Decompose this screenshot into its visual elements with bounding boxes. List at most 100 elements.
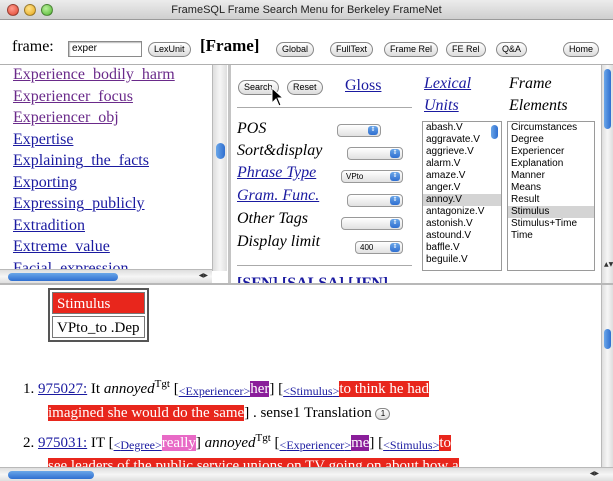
pos-select[interactable]: ⇕ [337,124,381,137]
corpus-links[interactable]: [SFN] [SALSA] [JFN] [237,275,388,283]
hscroll-arrows-icon[interactable]: ◀▶ [199,272,208,279]
lexical-unit-item[interactable]: antagonize.V [423,206,501,218]
frame-element-item[interactable]: Manner [508,170,594,182]
fe-experiencer-link[interactable]: <Experiencer> [179,384,251,398]
fe-stimulus-link[interactable]: <Stimulus> [283,384,339,398]
horizontal-splitter[interactable] [0,283,613,285]
fe-degree-label: Degree [120,438,155,452]
zoom-window-icon[interactable] [41,4,53,16]
result-tgt-marker: Tgt [255,432,271,444]
results-hscroll[interactable]: ◀▶ [0,467,613,481]
lexical-unit-item[interactable]: beguile.V [423,254,501,266]
results-vscroll-thumb[interactable] [604,329,611,349]
frame-list-item[interactable]: Expressing_publicly [13,195,145,213]
fe-experiencer-label: Experiencer [185,384,244,398]
sort-display-select[interactable]: ⇕ [347,147,403,160]
search-divider [237,107,412,108]
frame-list-item[interactable]: Extreme_value [13,238,110,256]
translation-circle-button[interactable]: 1 [375,408,391,420]
other-tags-select[interactable]: ⇕ [341,217,403,230]
frame-element-item[interactable]: Degree [508,134,594,146]
result-header-table: Stimulus VPto_to .Dep [48,288,149,342]
phrase-type-select[interactable]: VPto ⇕ [341,170,403,183]
fe-stimulus-label: Stimulus [389,438,433,452]
frame-element-item[interactable]: Explanation [508,158,594,170]
hscroll-arrows-icon[interactable]: ◀▶ [590,470,599,477]
fe-stimulus-link[interactable]: <Stimulus> [383,438,439,452]
reset-button[interactable]: Reset [287,80,323,95]
sort-display-label: Sort&display [237,142,323,159]
lexical-unit-item[interactable]: astonish.V [423,218,501,230]
search-panel-vscroll-thumb[interactable] [604,69,611,129]
lexical-units-title-2[interactable]: Units [424,97,459,115]
lexical-unit-item[interactable]: anger.V [423,182,501,194]
phrase-type-link[interactable]: Phrase Type [237,164,316,182]
display-limit-label: Display limit [237,233,321,250]
frame-elements-list[interactable]: Circumstances Degree Experiencer Explana… [507,121,595,271]
frame-list-hscroll[interactable]: ◀▶ [0,269,212,283]
search-divider-2 [237,265,412,266]
frame-elements-title-2: Elements [509,97,568,114]
lexical-unit-item[interactable]: aggravate.V [423,134,501,146]
frame-element-item[interactable]: Result [508,194,594,206]
frame-list-item[interactable]: Exporting [13,174,77,192]
frame-list-vscroll-thumb[interactable] [216,143,225,159]
home-button[interactable]: Home [563,42,600,57]
lexical-units-title-1[interactable]: Lexical [424,75,471,93]
vscroll-arrows-icon[interactable]: ▲▼ [604,261,613,268]
frame-list-item[interactable]: Experiencer_obj [13,109,119,127]
frame-rel-button[interactable]: Frame Rel [384,42,439,57]
window-titlebar: FrameSQL Frame Search Menu for Berkeley … [0,0,613,20]
frame-list-item[interactable]: Expertise [13,131,73,149]
search-panel-vscroll[interactable]: ▲▼ [601,65,613,284]
frame-list-item[interactable]: Extradition [13,217,85,235]
frame-list-item[interactable]: Experiencer_focus [13,88,133,106]
close-window-icon[interactable] [7,4,19,16]
result-tail: . sense1 Translation [252,405,372,421]
result-line-2: 2. 975031: IT [<Degree>really] annoyedTg… [23,432,452,452]
frame-element-item-selected[interactable]: Stimulus [508,206,594,218]
frame-list-hscroll-thumb[interactable] [8,273,118,281]
result-number: 1. [23,381,35,397]
select-arrows-icon: ⇕ [368,126,378,135]
gram-func-link[interactable]: Gram. Func. [237,187,319,205]
global-button[interactable]: Global [276,42,315,57]
fe-rel-button[interactable]: FE Rel [446,42,486,57]
lexical-unit-item[interactable]: baffle.V [423,242,501,254]
frame-list-item[interactable]: Explaining_the_facts [13,152,149,170]
lexical-units-list[interactable]: abash.V aggravate.V aggrieve.V alarm.V a… [422,121,502,271]
frame-element-item[interactable]: Time [508,230,594,242]
lexical-unit-item[interactable]: amaze.V [423,170,501,182]
lexical-unit-item[interactable]: abash.V [423,122,501,134]
results-vscroll[interactable] [601,285,613,467]
result-id-link[interactable]: 975027: [38,381,87,397]
minimize-window-icon[interactable] [24,4,36,16]
result-target-word: annoyed [204,435,256,451]
lexical-units-scroll-thumb[interactable] [491,125,498,139]
fe-experiencer-link[interactable]: <Experiencer> [280,438,352,452]
gloss-link[interactable]: Gloss [345,77,381,95]
qa-button[interactable]: Q&A [496,42,528,57]
lexical-unit-item[interactable]: astound.V [423,230,501,242]
lexical-unit-item-selected[interactable]: annoy.V [423,194,501,206]
frame-search-input[interactable]: exper [68,41,142,57]
lexical-unit-item[interactable]: alarm.V [423,158,501,170]
top-toolbar: frame: exper LexUnit [Frame] Global Full… [0,21,613,65]
frame-element-item[interactable]: Experiencer [508,146,594,158]
frame-element-item[interactable]: Circumstances [508,122,594,134]
display-limit-select[interactable]: 400 ⇕ [355,241,403,254]
lexunit-button[interactable]: LexUnit [148,42,191,57]
frame-element-item[interactable]: Means [508,182,594,194]
frame-list-item[interactable]: Experience_bodily_harm [13,66,175,84]
fe-degree-link[interactable]: <Degree> [114,438,162,452]
display-limit-value: 400 [360,243,374,252]
results-hscroll-thumb[interactable] [8,471,94,479]
lexical-unit-item[interactable]: aggrieve.V [423,146,501,158]
window-controls [7,4,53,16]
gram-func-select[interactable]: ⇕ [347,194,403,207]
frame-element-item[interactable]: Stimulus+Time [508,218,594,230]
frame-list-vscroll[interactable] [212,65,227,271]
fulltext-button[interactable]: FullText [330,42,374,57]
result-id-link[interactable]: 975031: [38,435,87,451]
result-line-1: 1. 975027: It annoyedTgt [<Experiencer>h… [23,378,429,398]
